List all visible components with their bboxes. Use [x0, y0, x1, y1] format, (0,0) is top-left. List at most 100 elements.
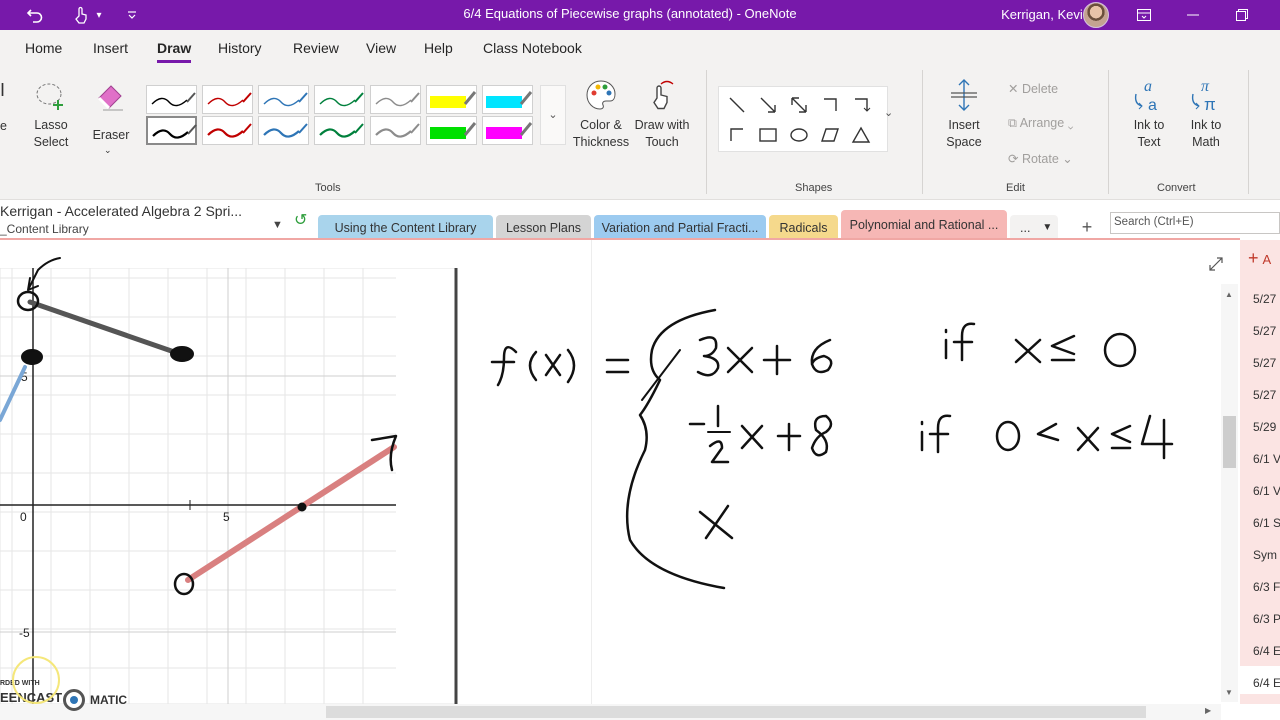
highlighter-yellow[interactable]: [426, 85, 477, 114]
restore-icon[interactable]: [1219, 0, 1265, 30]
highlighter-cyan[interactable]: [482, 85, 533, 114]
scroll-down-icon[interactable]: ▼: [1225, 688, 1233, 697]
user-name[interactable]: Kerrigan, Kevin: [1001, 7, 1090, 22]
undo-icon[interactable]: [22, 4, 48, 26]
corner-shape-icon[interactable]: [727, 125, 747, 145]
tab-review[interactable]: Review: [293, 40, 339, 56]
touch-mode-icon[interactable]: [70, 4, 92, 26]
tab-class-notebook[interactable]: Class Notebook: [483, 40, 582, 56]
color-thickness-button[interactable]: Color & Thickness: [570, 117, 632, 151]
ribbon-separator: [706, 70, 707, 194]
page-item[interactable]: 6/3 P: [1253, 612, 1280, 626]
page-item[interactable]: 6/3 F: [1253, 580, 1280, 594]
line-shape-icon[interactable]: [727, 95, 747, 115]
rectangle-shape-icon[interactable]: [758, 125, 778, 145]
ink-to-text-button[interactable]: Ink to Text: [1126, 117, 1172, 151]
pen-blue-thick[interactable]: [258, 116, 309, 145]
pen-gallery-more-icon[interactable]: ⌄: [540, 85, 566, 145]
arrange-button[interactable]: ⧉ Arrange ⌄: [1008, 116, 1074, 131]
arrow-shape-icon[interactable]: [758, 95, 778, 115]
page-item[interactable]: 5/27: [1253, 356, 1276, 370]
type-tool-label[interactable]: e: [0, 118, 7, 135]
shapes-more-icon[interactable]: ⌄: [884, 106, 893, 119]
highlighter-green[interactable]: [426, 116, 477, 145]
page-item[interactable]: Sym: [1253, 548, 1277, 562]
customize-quick-access-icon[interactable]: [124, 4, 140, 26]
notebook-dropdown-icon[interactable]: ▼: [272, 219, 283, 231]
lasso-select-button[interactable]: Lasso Select: [28, 117, 74, 151]
insert-space-icon[interactable]: [949, 78, 979, 112]
page-item[interactable]: 5/27: [1253, 324, 1276, 338]
pen-black[interactable]: [146, 85, 197, 114]
page-item[interactable]: 5/27: [1253, 292, 1276, 306]
add-section-button[interactable]: +: [1070, 215, 1104, 240]
section-tab-lesson-plans[interactable]: Lesson Plans: [496, 215, 591, 240]
chevron-down-icon[interactable]: ▾: [92, 4, 106, 26]
page-canvas[interactable]: 0 5 5 -5: [0, 240, 1240, 704]
page-item[interactable]: 5/29: [1253, 420, 1276, 434]
insert-space-button[interactable]: Insert Space: [940, 117, 988, 151]
vertical-scrollbar[interactable]: ▲ ▼: [1221, 284, 1238, 702]
pen-gray-thick[interactable]: [370, 116, 421, 145]
ink-to-math-button[interactable]: Ink to Math: [1183, 117, 1229, 151]
page-item[interactable]: 6/1 V: [1253, 452, 1280, 466]
tab-history[interactable]: History: [218, 40, 262, 56]
scrollbar-thumb[interactable]: [1223, 416, 1236, 468]
draw-with-touch-button[interactable]: Draw with Touch: [630, 117, 694, 151]
page-item[interactable]: 6/1 V: [1253, 484, 1280, 498]
pen-gray[interactable]: [370, 85, 421, 114]
scroll-up-icon[interactable]: ▲: [1225, 290, 1233, 299]
parallelogram-shape-icon[interactable]: [820, 125, 840, 145]
minimize-icon[interactable]: [1170, 0, 1216, 30]
type-tool-icon[interactable]: I: [0, 81, 5, 99]
tab-home[interactable]: Home: [25, 40, 62, 56]
onenote-window: ▾ 6/4 Equations of Piecewise graphs (ann…: [0, 0, 1280, 720]
pen-red[interactable]: [202, 85, 253, 114]
palette-icon[interactable]: [584, 78, 618, 112]
search-input[interactable]: Search (Ctrl+E): [1110, 212, 1280, 234]
section-tab-content-library[interactable]: Using the Content Library: [318, 215, 493, 240]
page-item[interactable]: 6/1 S: [1253, 516, 1280, 530]
notebook-name[interactable]: Kerrigan - Accelerated Algebra 2 Spri...: [0, 203, 242, 219]
page-item[interactable]: 5/27: [1253, 388, 1276, 402]
lasso-select-icon[interactable]: [34, 80, 68, 114]
triangle-shape-icon[interactable]: [851, 125, 871, 145]
ribbon-display-options-icon[interactable]: [1121, 0, 1167, 30]
axis-arrow-shape-icon[interactable]: [851, 95, 871, 115]
eraser-dropdown-icon[interactable]: ⌄: [104, 142, 112, 159]
draw-with-touch-icon[interactable]: [647, 80, 675, 112]
rotate-button[interactable]: ⟳ Rotate ⌄: [1008, 151, 1073, 166]
scrollbar-thumb[interactable]: [326, 706, 1146, 718]
delete-button[interactable]: ✕ Delete: [1008, 81, 1058, 96]
section-tab-variation[interactable]: Variation and Partial Fracti...: [594, 215, 766, 240]
pen-green[interactable]: [314, 85, 365, 114]
tab-draw[interactable]: Draw: [157, 40, 191, 56]
ink-to-text-icon[interactable]: aa: [1132, 76, 1166, 114]
cursor-highlight: [12, 656, 60, 704]
tab-help[interactable]: Help: [424, 40, 453, 56]
horizontal-scrollbar[interactable]: ▶: [0, 704, 1221, 720]
axis-shape-icon[interactable]: [820, 95, 840, 115]
rotate-icon: ⟳: [1008, 152, 1022, 166]
scroll-right-icon[interactable]: ▶: [1205, 706, 1211, 715]
section-tab-polynomial-rational[interactable]: Polynomial and Rational ...: [841, 210, 1007, 240]
tab-insert[interactable]: Insert: [93, 40, 128, 56]
page-item[interactable]: 6/4 E: [1253, 644, 1280, 658]
section-tab-radicals[interactable]: Radicals: [769, 215, 838, 240]
more-sections-button[interactable]: ... ▼: [1010, 215, 1058, 240]
eraser-icon[interactable]: [95, 80, 127, 112]
ink-to-math-icon[interactable]: ππ: [1189, 76, 1223, 114]
double-arrow-shape-icon[interactable]: [789, 95, 809, 115]
add-page-button[interactable]: + A: [1240, 248, 1280, 268]
tab-view[interactable]: View: [366, 40, 396, 56]
highlighter-magenta[interactable]: [482, 116, 533, 145]
page-item-selected[interactable]: 6/4 E: [1240, 666, 1280, 694]
pen-blue[interactable]: [258, 85, 309, 114]
section-group-name[interactable]: _Content Library: [0, 222, 89, 236]
pen-black-thick[interactable]: [146, 116, 197, 145]
pen-green-thick[interactable]: [314, 116, 365, 145]
pen-red-thick[interactable]: [202, 116, 253, 145]
sync-icon[interactable]: ↺: [294, 210, 307, 230]
ellipse-shape-icon[interactable]: [789, 125, 809, 145]
avatar[interactable]: [1083, 2, 1109, 28]
